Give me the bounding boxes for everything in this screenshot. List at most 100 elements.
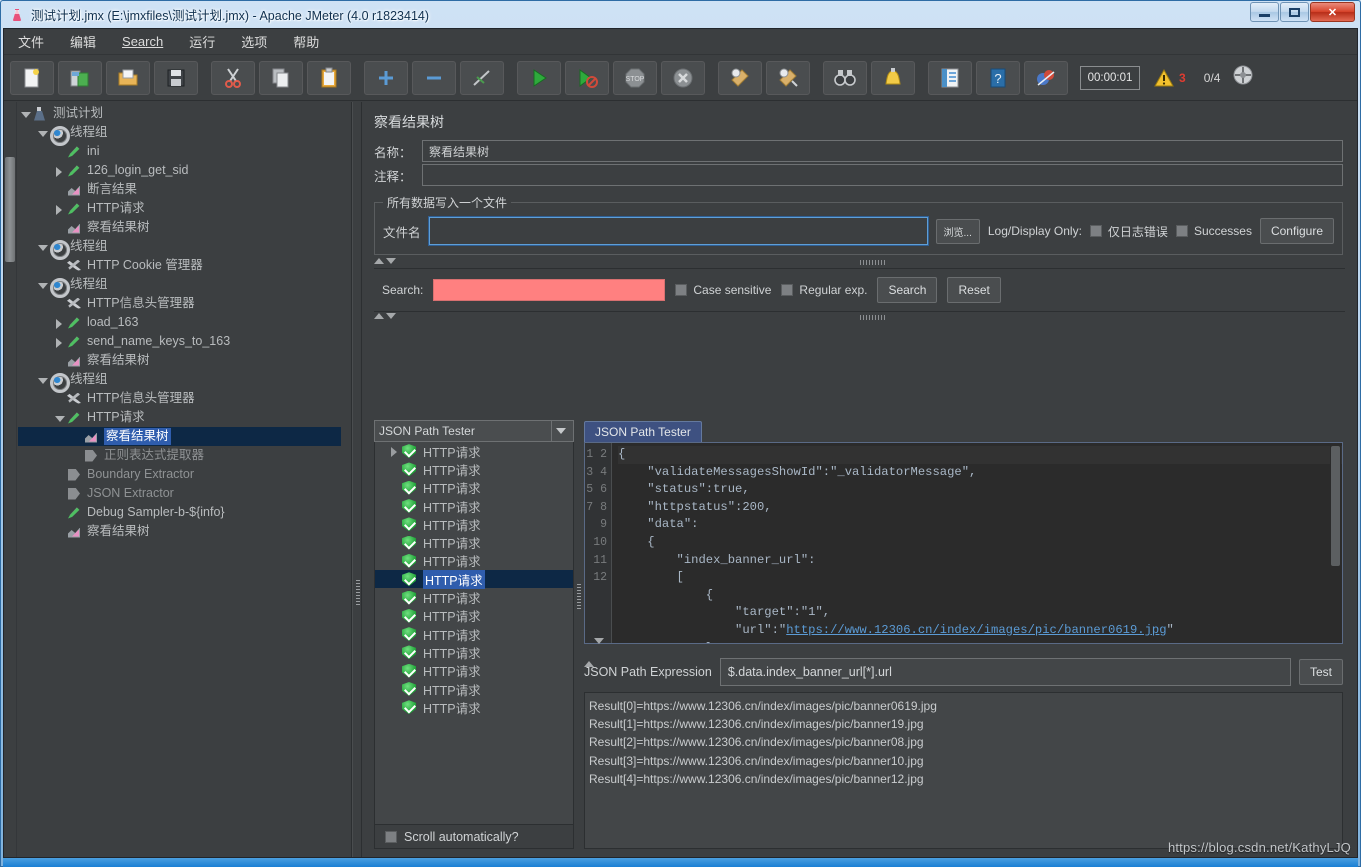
result-list-item[interactable]: HTTP请求 bbox=[375, 588, 573, 606]
paste-button[interactable] bbox=[307, 60, 351, 95]
tree-node-test-plan[interactable]: 测试计划 bbox=[18, 104, 341, 123]
minimize-button[interactable] bbox=[1250, 2, 1279, 22]
code-content[interactable]: { "validateMessagesShowId":"_validatorMe… bbox=[611, 443, 1342, 643]
code-url-link[interactable]: https://www.12306.cn/index/images/pic/ba… bbox=[786, 623, 1166, 637]
chevron-down-icon[interactable] bbox=[35, 278, 49, 292]
tree-node-http-request-1[interactable]: HTTP请求 bbox=[18, 199, 341, 218]
divider-grip[interactable] bbox=[356, 580, 360, 606]
chevron-down-icon[interactable] bbox=[35, 373, 49, 387]
tree-node-regex-extractor[interactable]: 正则表达式提取器 bbox=[18, 446, 341, 465]
result-list-item[interactable]: HTTP请求 bbox=[375, 515, 573, 533]
chevron-down-icon[interactable] bbox=[52, 411, 66, 425]
tree-node-thread-group-3[interactable]: 线程组 bbox=[18, 275, 341, 298]
result-list-item[interactable]: HTTP请求 bbox=[375, 442, 573, 460]
code-expr-splitter[interactable] bbox=[584, 638, 1343, 667]
regular-exp-checkbox[interactable] bbox=[781, 284, 794, 296]
start-button[interactable] bbox=[517, 60, 561, 95]
splitter-down-arrow[interactable] bbox=[386, 258, 396, 264]
tab-json-path-tester[interactable]: JSON Path Tester bbox=[584, 421, 702, 442]
stop-button[interactable]: STOP bbox=[613, 60, 657, 95]
warning-indicator[interactable]: 3 bbox=[1154, 68, 1186, 87]
menu-search[interactable]: Search bbox=[118, 32, 167, 51]
result-list-item[interactable]: HTTP请求 bbox=[375, 497, 573, 515]
chevron-right-icon[interactable] bbox=[387, 444, 401, 458]
configure-button[interactable]: Configure bbox=[1259, 218, 1334, 244]
templates-button[interactable] bbox=[58, 60, 102, 95]
renderer-combo[interactable]: JSON Path Tester bbox=[374, 420, 574, 442]
tree-detail-divider[interactable] bbox=[352, 102, 362, 857]
start-no-pause-button[interactable] bbox=[565, 60, 609, 95]
copy-button[interactable] bbox=[259, 60, 303, 95]
lower-splitter-up-arrow[interactable] bbox=[374, 313, 384, 319]
splitter-grip[interactable] bbox=[859, 260, 886, 265]
search-reset-button[interactable]: Reset bbox=[947, 277, 1001, 303]
result-list-item[interactable]: HTTP请求 bbox=[375, 533, 573, 551]
new-button[interactable] bbox=[10, 60, 54, 95]
menu-edit[interactable]: 编辑 bbox=[66, 30, 100, 53]
comment-input[interactable] bbox=[422, 164, 1343, 186]
json-path-expression-input[interactable]: $.data.index_banner_url[*].url bbox=[719, 658, 1291, 686]
errors-only-checkbox[interactable] bbox=[1089, 225, 1102, 237]
tree-node-thread-group-4[interactable]: 线程组 bbox=[18, 370, 341, 393]
chevron-down-icon[interactable] bbox=[556, 428, 566, 434]
tree-node-http-request-2[interactable]: HTTP请求 bbox=[18, 408, 341, 427]
open-button[interactable] bbox=[106, 60, 150, 95]
result-list-item[interactable]: HTTP请求 bbox=[375, 625, 573, 643]
scroll-automatically-checkbox[interactable] bbox=[385, 830, 397, 843]
tree-node-thread-group-1[interactable]: 线程组 bbox=[18, 123, 341, 146]
filename-input[interactable] bbox=[427, 216, 929, 246]
chevron-right-icon[interactable] bbox=[52, 202, 66, 216]
function-helper-button[interactable] bbox=[928, 60, 972, 95]
clear-all-button[interactable] bbox=[766, 60, 810, 95]
test-button[interactable]: Test bbox=[1298, 659, 1343, 685]
result-list-item[interactable]: HTTP请求 bbox=[375, 479, 573, 497]
maximize-button[interactable] bbox=[1280, 2, 1309, 22]
chevron-down-icon[interactable] bbox=[35, 126, 49, 140]
case-sensitive-row[interactable]: Case sensitive bbox=[675, 283, 771, 297]
tree-node-boundary-extractor[interactable]: Boundary Extractor bbox=[18, 465, 341, 484]
case-sensitive-checkbox[interactable] bbox=[675, 284, 688, 296]
tree-node-http-header-manager-1[interactable]: HTTP信息头管理器 bbox=[18, 294, 341, 313]
lower-splitter-down-arrow[interactable] bbox=[386, 313, 396, 319]
browse-button[interactable]: 浏览... bbox=[935, 218, 980, 244]
results-detail-divider[interactable] bbox=[574, 420, 584, 849]
code-splitter-down-arrow[interactable] bbox=[594, 638, 604, 661]
tree-node-126-login-get-sid[interactable]: 126_login_get_sid bbox=[18, 161, 341, 180]
shutdown-button[interactable] bbox=[661, 60, 705, 95]
result-list-item[interactable]: HTTP请求 bbox=[375, 607, 573, 625]
chevron-down-icon[interactable] bbox=[18, 107, 32, 121]
tree-node-send-name-keys-to-163[interactable]: send_name_keys_to_163 bbox=[18, 332, 341, 351]
result-list-item[interactable]: HTTP请求 bbox=[375, 569, 573, 589]
tree-node-debug-sampler[interactable]: Debug Sampler-b-${info} bbox=[18, 503, 341, 522]
help-button[interactable]: ? bbox=[976, 60, 1020, 95]
chevron-down-icon[interactable] bbox=[35, 240, 49, 254]
tree-node-ini[interactable]: ini bbox=[18, 142, 341, 161]
regular-exp-row[interactable]: Regular exp. bbox=[781, 283, 867, 297]
expand-all-button[interactable] bbox=[364, 60, 408, 95]
remote-engines-icon[interactable] bbox=[1232, 64, 1254, 91]
search-submit-button[interactable]: Search bbox=[877, 277, 938, 303]
result-list-item[interactable]: HTTP请求 bbox=[375, 643, 573, 661]
close-button[interactable]: ✕ bbox=[1310, 2, 1355, 22]
lower-splitter[interactable] bbox=[374, 312, 1345, 323]
sampler-results-list[interactable]: HTTP请求 HTTP请求 HTTP请求 HTTP请求 HTTP请求 HTTP请求 HTTP… bbox=[374, 442, 574, 825]
tree-node-view-results-tree-selected[interactable]: 察看结果树 bbox=[18, 427, 341, 446]
menu-run[interactable]: 运行 bbox=[185, 30, 219, 53]
tree-scrollbar-thumb[interactable] bbox=[5, 157, 15, 262]
tree-node-http-header-manager-2[interactable]: HTTP信息头管理器 bbox=[18, 389, 341, 408]
tree-node-http-cookie-manager[interactable]: HTTP Cookie 管理器 bbox=[18, 256, 341, 275]
menu-help[interactable]: 帮助 bbox=[289, 30, 323, 53]
results-detail-grip[interactable] bbox=[577, 584, 581, 610]
result-list-item[interactable]: HTTP请求 bbox=[375, 662, 573, 680]
menu-options[interactable]: 选项 bbox=[237, 30, 271, 53]
tree-node-view-results-tree-1[interactable]: 察看结果树 bbox=[18, 218, 341, 237]
tree-node-view-results-tree-2[interactable]: 察看结果树 bbox=[18, 351, 341, 370]
chevron-right-icon[interactable] bbox=[52, 164, 66, 178]
tree-scrollbar[interactable] bbox=[4, 102, 17, 857]
tree-node-assertion-results[interactable]: 断言结果 bbox=[18, 180, 341, 199]
tree-node-thread-group-2[interactable]: 线程组 bbox=[18, 237, 341, 260]
menu-file[interactable]: 文件 bbox=[14, 30, 48, 53]
search-input[interactable] bbox=[433, 279, 666, 301]
lower-splitter-grip[interactable] bbox=[859, 315, 886, 320]
scroll-automatically-row[interactable]: Scroll automatically? bbox=[374, 825, 574, 849]
